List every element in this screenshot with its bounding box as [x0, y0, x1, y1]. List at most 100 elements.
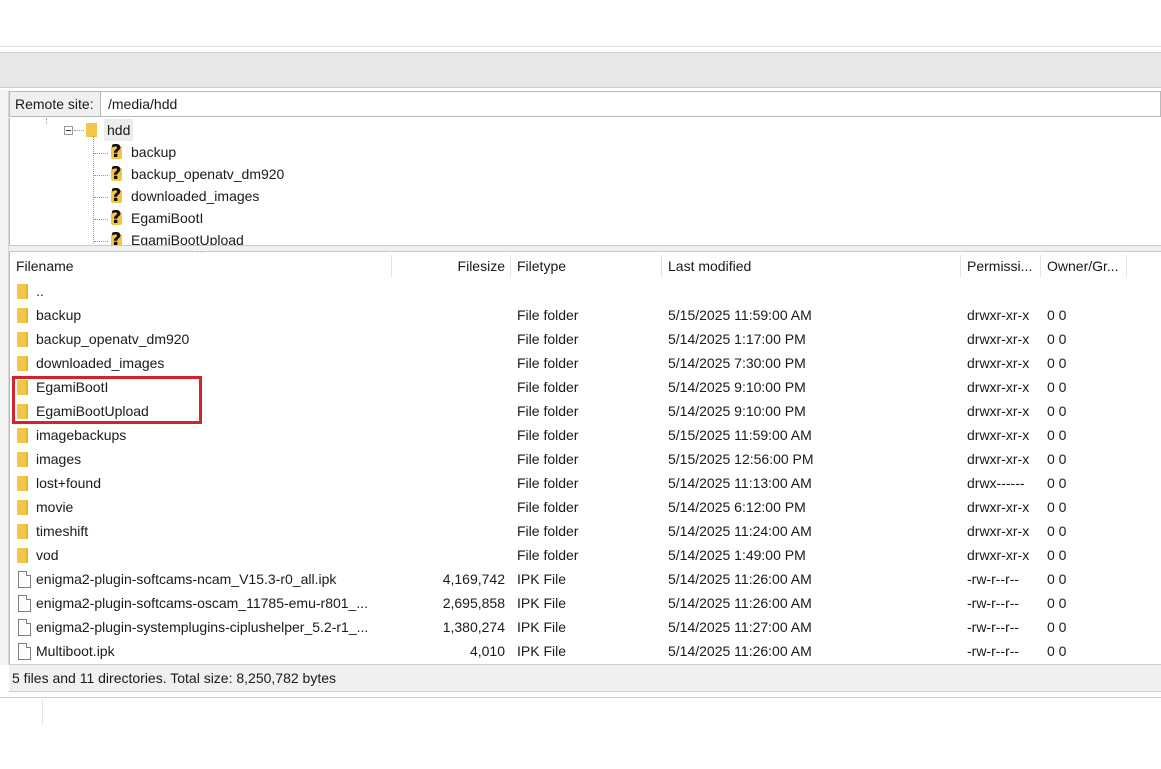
- file-size: [400, 495, 505, 519]
- status-summary-text: 5 files and 11 directories. Total size: …: [12, 670, 337, 686]
- file-row[interactable]: images File folder 5/15/2025 12:56:00 PM dr…: [10, 447, 1161, 471]
- file-permissions: drwxr-xr-x: [967, 547, 1030, 563]
- bottom-divider: [0, 697, 1161, 698]
- file-name: enigma2-plugin-softcams-oscam_11785-emu-…: [36, 595, 369, 611]
- file-type: File folder: [517, 307, 579, 323]
- column-separator[interactable]: [391, 255, 392, 277]
- file-row[interactable]: lost+found File folder 5/14/2025 11:13:00 …: [10, 471, 1161, 495]
- file-name: enigma2-plugin-softcams-ncam_V15.3-r0_al…: [36, 571, 337, 587]
- file-permissions: drwx------: [967, 475, 1025, 491]
- file-row[interactable]: imagebackups File folder 5/15/2025 11:59:0…: [10, 423, 1161, 447]
- file-icon: [18, 643, 31, 660]
- file-size: [400, 471, 505, 495]
- window-top-divider: [0, 46, 1161, 47]
- folder-icon: [17, 284, 28, 299]
- remote-directory-tree: hdd ? backup ? backup_openatv_dm920 ? do…: [9, 118, 1161, 245]
- file-type: File folder: [517, 331, 579, 347]
- file-owner-group: 0 0: [1047, 499, 1067, 515]
- folder-icon: [17, 308, 28, 323]
- remote-file-list: ^ Filename Filesize Filetype Last modifi…: [9, 252, 1161, 664]
- folder-icon: [86, 123, 97, 137]
- column-separator[interactable]: [1040, 255, 1041, 277]
- file-name: timeshift: [36, 523, 89, 539]
- file-type: File folder: [517, 403, 579, 419]
- tree-connector: [46, 118, 47, 124]
- column-separator[interactable]: [661, 255, 662, 277]
- file-last-modified: 5/14/2025 11:27:00 AM: [668, 619, 812, 635]
- file-last-modified: 5/15/2025 12:56:00 PM: [668, 451, 814, 467]
- file-last-modified: 5/14/2025 11:26:00 AM: [668, 643, 812, 659]
- file-size: [400, 279, 505, 303]
- folder-icon: [17, 356, 28, 371]
- file-size: 2,695,858: [442, 595, 505, 611]
- file-type: File folder: [517, 451, 579, 467]
- file-last-modified: 5/14/2025 11:24:00 AM: [668, 523, 812, 539]
- folder-icon: [17, 524, 28, 539]
- remote-site-path-input[interactable]: /media/hdd: [108, 92, 177, 116]
- file-row[interactable]: enigma2-plugin-systemplugins-ciplushelpe…: [10, 615, 1161, 639]
- tree-item-label: backup_openatv_dm920: [131, 166, 285, 182]
- file-type: [517, 279, 667, 303]
- file-owner-group: 0 0: [1047, 547, 1067, 563]
- file-row[interactable]: timeshift File folder 5/14/2025 11:24:00 A…: [10, 519, 1161, 543]
- file-name: lost+found: [36, 475, 101, 491]
- file-type: File folder: [517, 355, 579, 371]
- folder-icon: [17, 332, 28, 347]
- column-header-owner-group[interactable]: Owner/Gr...: [1047, 252, 1119, 279]
- file-type: File folder: [517, 547, 579, 563]
- column-header-filetype[interactable]: Filetype: [517, 252, 566, 279]
- file-name: ..: [36, 283, 44, 299]
- file-permissions: drwxr-xr-x: [967, 379, 1030, 395]
- column-header-filename[interactable]: Filename: [16, 252, 74, 279]
- file-type: IPK File: [517, 571, 567, 587]
- file-name: vod: [36, 547, 59, 563]
- tree-item-label: EgamiBootI: [131, 210, 204, 226]
- folder-icon: [17, 548, 28, 563]
- file-type: File folder: [517, 427, 579, 443]
- file-last-modified: 5/14/2025 9:10:00 PM: [668, 379, 806, 395]
- file-row[interactable]: ..: [10, 279, 1161, 303]
- file-permissions: drwxr-xr-x: [967, 307, 1030, 323]
- file-row[interactable]: backup File folder 5/15/2025 11:59:00 AM dr…: [10, 303, 1161, 327]
- file-row[interactable]: backup_openatv_dm920 File folder 5/14/2025…: [10, 327, 1161, 351]
- file-type: IPK File: [517, 595, 567, 611]
- column-separator[interactable]: [960, 255, 961, 277]
- tree-item-label: hdd: [104, 119, 134, 141]
- tree-list-splitter[interactable]: [9, 245, 1161, 252]
- file-name: Multiboot.ipk: [36, 643, 115, 659]
- file-size: 1,380,274: [442, 619, 505, 635]
- unknown-folder-icon: ?: [111, 185, 122, 206]
- column-header-filesize[interactable]: Filesize: [400, 252, 505, 279]
- column-separator[interactable]: [1126, 255, 1127, 277]
- file-row[interactable]: Multiboot.ipk 4,010 IPK File 5/14/2025 11:2…: [10, 639, 1161, 663]
- column-header-permissions[interactable]: Permissi...: [967, 252, 1032, 279]
- remote-site-bar: [9, 91, 1161, 117]
- file-permissions: -rw-r--r--: [967, 571, 1020, 587]
- file-row[interactable]: vod File folder 5/14/2025 1:49:00 PM drwxr-…: [10, 543, 1161, 567]
- file-last-modified: 5/14/2025 11:13:00 AM: [668, 475, 812, 491]
- file-last-modified: 5/14/2025 11:26:00 AM: [668, 595, 812, 611]
- tree-connector: [94, 197, 108, 198]
- file-name: images: [36, 451, 82, 467]
- file-icon: [18, 619, 31, 636]
- file-size: [400, 375, 505, 399]
- file-owner-group: 0 0: [1047, 619, 1067, 635]
- tree-connector: [94, 241, 108, 242]
- left-pane-splitter[interactable]: [0, 90, 9, 665]
- file-type: File folder: [517, 523, 579, 539]
- file-row[interactable]: enigma2-plugin-softcams-ncam_V15.3-r0_al…: [10, 567, 1161, 591]
- file-row[interactable]: enigma2-plugin-softcams-oscam_11785-emu-…: [10, 591, 1161, 615]
- file-name: movie: [36, 499, 74, 515]
- file-row[interactable]: downloaded_images File folder 5/14/2025 7:…: [10, 351, 1161, 375]
- collapse-expander-icon[interactable]: [64, 126, 73, 135]
- file-name: enigma2-plugin-systemplugins-ciplushelpe…: [36, 619, 369, 635]
- column-separator[interactable]: [510, 255, 511, 277]
- file-row[interactable]: movie File folder 5/14/2025 6:12:00 PM drwx…: [10, 495, 1161, 519]
- file-type: File folder: [517, 475, 579, 491]
- file-type: IPK File: [517, 643, 567, 659]
- column-header-last-modified[interactable]: Last modified: [668, 252, 751, 279]
- file-owner-group: 0 0: [1047, 331, 1067, 347]
- file-last-modified: 5/14/2025 9:10:00 PM: [668, 403, 806, 419]
- tree-item-label: backup: [131, 144, 177, 160]
- file-owner-group: 0 0: [1047, 595, 1067, 611]
